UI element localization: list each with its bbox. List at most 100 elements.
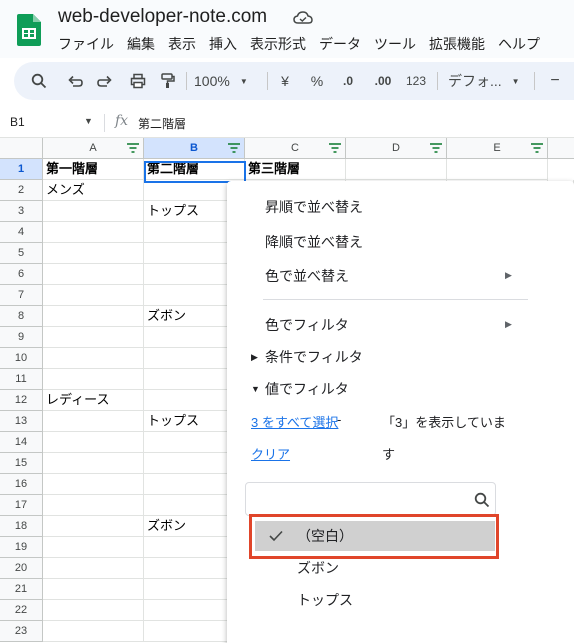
increase-decimal-button[interactable]: .00 [370, 62, 396, 100]
row-header[interactable]: 9 [0, 327, 43, 348]
select-all-corner[interactable] [0, 138, 43, 159]
row-header[interactable]: 7 [0, 285, 43, 306]
filter-by-condition-item[interactable]: 条件でフィルタ [265, 347, 363, 367]
clear-link[interactable]: クリア [251, 444, 290, 463]
row-header[interactable]: 3 [0, 201, 43, 222]
menu-tools[interactable]: ツール [374, 34, 416, 54]
cell-b1[interactable]: 第二階層 [144, 159, 245, 180]
grid-cell[interactable] [43, 369, 144, 390]
font-select[interactable]: デフォ... ▼ [448, 62, 528, 100]
row-header[interactable]: 8 [0, 306, 43, 327]
sort-descending-item[interactable]: 降順で並べ替え [265, 232, 363, 252]
sort-by-color-item[interactable]: 色で並べ替え [265, 266, 349, 286]
row-header[interactable]: 4 [0, 222, 43, 243]
grid-cell[interactable] [43, 243, 144, 264]
grid-cell[interactable] [43, 495, 144, 516]
row-header[interactable]: 10 [0, 348, 43, 369]
value-option-tops[interactable]: トップス [255, 585, 495, 615]
cell-a12[interactable]: レディース [43, 390, 144, 411]
cell-d1[interactable] [346, 159, 447, 180]
number-format-button[interactable]: 123 [404, 62, 428, 100]
name-box[interactable]: B1 [10, 115, 25, 129]
filter-icon[interactable] [430, 143, 442, 153]
row-header[interactable]: 1 [0, 159, 43, 180]
row-header[interactable]: 13 [0, 411, 43, 432]
percent-format-button[interactable]: % [308, 62, 326, 100]
filter-by-values-item[interactable]: 値でフィルタ [265, 379, 349, 399]
grid-cell[interactable] [43, 516, 144, 537]
formula-input[interactable]: 第二階層 [138, 115, 186, 132]
menu-help[interactable]: ヘルプ [498, 34, 540, 54]
menu-view[interactable]: 表示 [168, 34, 196, 54]
row-header[interactable]: 6 [0, 264, 43, 285]
redo-button[interactable] [94, 62, 116, 100]
row-header[interactable]: 19 [0, 537, 43, 558]
menu-file[interactable]: ファイル [58, 34, 114, 54]
row-header[interactable]: 22 [0, 600, 43, 621]
expand-arrow-icon[interactable]: ▶ [251, 352, 258, 363]
grid-cell[interactable] [43, 621, 144, 642]
paint-format-button[interactable] [157, 62, 179, 100]
cell-e1[interactable] [447, 159, 548, 180]
menu-data[interactable]: データ [319, 34, 361, 54]
print-button[interactable] [127, 62, 149, 100]
column-header-f[interactable] [548, 138, 574, 159]
search-menus-button[interactable] [28, 62, 50, 100]
grid-cell[interactable] [43, 432, 144, 453]
row-header[interactable]: 2 [0, 180, 43, 201]
row-header[interactable]: 17 [0, 495, 43, 516]
grid-cell[interactable] [43, 558, 144, 579]
value-option-pants[interactable]: ズボン [255, 553, 495, 583]
grid-cell[interactable] [43, 579, 144, 600]
zoom-select[interactable]: 100% ▼ [194, 62, 254, 100]
chevron-down-icon[interactable]: ▼ [84, 116, 93, 126]
row-header[interactable]: 11 [0, 369, 43, 390]
grid-cell[interactable] [43, 537, 144, 558]
grid-cell[interactable] [43, 201, 144, 222]
row-header[interactable]: 21 [0, 579, 43, 600]
value-search-field[interactable] [245, 482, 496, 516]
grid-cell[interactable] [43, 306, 144, 327]
row-header[interactable]: 12 [0, 390, 43, 411]
currency-format-button[interactable]: ¥ [276, 62, 294, 100]
menu-extensions[interactable]: 拡張機能 [429, 34, 485, 54]
row-header[interactable]: 5 [0, 243, 43, 264]
value-option-blank[interactable]: （空白） [255, 521, 495, 551]
decrease-decimal-button[interactable]: .0 [337, 62, 359, 100]
grid-cell[interactable] [43, 264, 144, 285]
sort-ascending-item[interactable]: 昇順で並べ替え [265, 197, 363, 217]
filter-icon[interactable] [228, 143, 240, 153]
cell-a1[interactable]: 第一階層 [43, 159, 144, 180]
grid-cell[interactable] [43, 411, 144, 432]
collapse-arrow-icon[interactable]: ▼ [251, 384, 260, 394]
undo-button[interactable] [64, 62, 86, 100]
row-header[interactable]: 23 [0, 621, 43, 642]
filter-by-color-item[interactable]: 色でフィルタ [265, 315, 349, 335]
row-header[interactable]: 15 [0, 453, 43, 474]
grid-cell[interactable] [43, 453, 144, 474]
filter-icon[interactable] [127, 143, 139, 153]
grid-cell[interactable] [43, 600, 144, 621]
row-header[interactable]: 18 [0, 516, 43, 537]
filter-icon[interactable] [329, 143, 341, 153]
menu-insert[interactable]: 挿入 [209, 34, 237, 54]
row-header[interactable]: 16 [0, 474, 43, 495]
font-size-decrease-button[interactable]: − [548, 62, 562, 100]
menu-format[interactable]: 表示形式 [250, 34, 306, 54]
filter-icon[interactable] [531, 143, 543, 153]
chevron-down-icon: ▼ [511, 76, 520, 86]
document-title[interactable]: web-developer-note.com [58, 6, 267, 28]
grid-cell[interactable] [43, 327, 144, 348]
cell-a2[interactable]: メンズ [43, 180, 144, 201]
menu-edit[interactable]: 編集 [127, 34, 155, 54]
grid-cell[interactable] [43, 222, 144, 243]
cell-c1[interactable]: 第三階層 [245, 159, 346, 180]
grid-cell[interactable] [43, 285, 144, 306]
grid-cell[interactable] [43, 474, 144, 495]
row-header[interactable]: 20 [0, 558, 43, 579]
cloud-saved-icon[interactable] [293, 10, 313, 26]
select-all-link[interactable]: 3 をすべて選択 [251, 412, 338, 431]
sheets-logo-icon[interactable] [17, 14, 41, 46]
grid-cell[interactable] [43, 348, 144, 369]
row-header[interactable]: 14 [0, 432, 43, 453]
